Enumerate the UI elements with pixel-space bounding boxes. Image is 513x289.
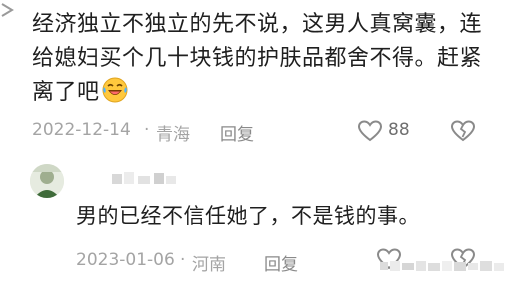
- comment-meta: 2022-12-14 · 青海 回复 88: [32, 116, 502, 145]
- heart-outline-icon[interactable]: [357, 119, 383, 143]
- watermark: [380, 261, 504, 271]
- reply-location: 河南: [192, 255, 226, 275]
- comment-date: 2022-12-14: [32, 120, 131, 140]
- blurred-username: [112, 172, 176, 184]
- chevron-edge-icon: [1, 3, 14, 17]
- comment-text: 经济独立不独立的先不说，这男人真窝囊，连给媳妇买个几十块钱的护肤品都舍不得。赶紧…: [32, 12, 483, 105]
- reply-body: 男的已经不信任她了，不是钱的事。: [76, 204, 420, 228]
- avatar[interactable]: [30, 164, 64, 198]
- broken-heart-outline-icon[interactable]: [450, 119, 476, 143]
- laughing-crying-emoji-icon: [102, 77, 128, 103]
- reply-button[interactable]: 回复: [220, 120, 254, 145]
- meta-separator: ·: [180, 250, 186, 270]
- meta-separator: ·: [144, 120, 150, 140]
- comment-location: 青海: [156, 125, 190, 145]
- comment-body: 经济独立不独立的先不说，这男人真窝囊，连给媳妇买个几十块钱的护肤品都舍不得。赶紧…: [32, 8, 502, 110]
- like-count: 88: [388, 120, 410, 140]
- reply-button[interactable]: 回复: [264, 250, 298, 275]
- reply-date: 2023-01-06: [76, 250, 175, 270]
- avatar-image: [30, 164, 64, 198]
